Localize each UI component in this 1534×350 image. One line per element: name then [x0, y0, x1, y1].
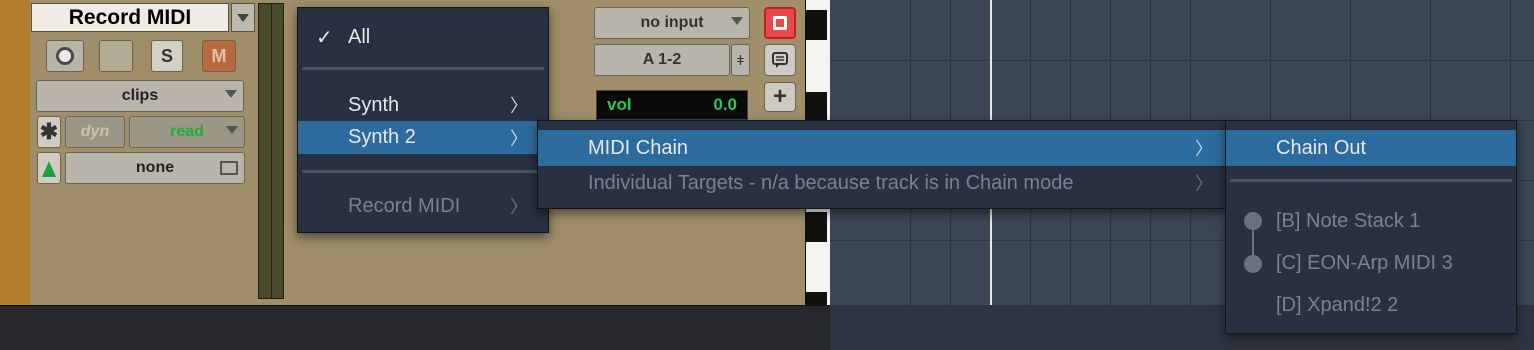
menu-item-synth[interactable]: Synth 〉: [298, 90, 548, 120]
menu-item-individual-targets: Individual Targets - n/a because track i…: [538, 168, 1225, 198]
comment-button[interactable]: [764, 44, 796, 76]
volume-label: vol: [607, 95, 632, 114]
menu-item-record-midi: Record MIDI 〉: [298, 191, 548, 221]
menu-separator: [302, 67, 544, 70]
menu-item-label: Synth: [348, 93, 400, 116]
chevron-right-icon: 〉: [1195, 139, 1213, 159]
menu-item-label: MIDI Chain: [588, 136, 689, 159]
menu-item-note-stack: [B] Note Stack 1: [1226, 206, 1516, 236]
metronome-shape: [42, 161, 56, 177]
playlist-selector[interactable]: clips: [36, 80, 244, 112]
black-key: [806, 92, 827, 122]
record-arm-button[interactable]: [46, 40, 84, 72]
black-key: [806, 212, 827, 242]
record-icon: [56, 47, 74, 65]
chevron-down-icon: [226, 126, 238, 134]
menu-item-label: [D] Xpand!2 2: [1276, 293, 1399, 316]
menu-separator: [302, 170, 544, 173]
volume-display[interactable]: vol 0.0: [596, 90, 748, 120]
record-square-icon: [773, 16, 787, 30]
automation-mode-label: read: [170, 123, 204, 140]
chevron-down-icon: [731, 17, 743, 25]
menu-item-chain-out[interactable]: Chain Out: [1226, 130, 1516, 166]
menu-item-all[interactable]: ✓ All: [298, 22, 548, 52]
menu-item-label: Individual Targets - n/a because track i…: [588, 171, 1074, 194]
level-meter: [258, 3, 284, 299]
playlist-label: clips: [121, 87, 159, 104]
pan-icon[interactable]: ǂ: [731, 44, 750, 76]
menu-item-label: Chain Out: [1276, 136, 1367, 159]
chevron-right-icon: 〉: [1195, 174, 1213, 194]
chevron-down-icon: [225, 90, 237, 98]
chevron-down-icon: [237, 14, 249, 22]
menu-item-midi-chain[interactable]: MIDI Chain 〉: [538, 130, 1225, 166]
black-key: [806, 10, 827, 40]
menu-item-label: Synth 2: [348, 126, 416, 148]
menu-item-label: [C] EON-Arp MIDI 3: [1276, 251, 1453, 274]
menu-item-label: [B] Note Stack 1: [1276, 209, 1421, 232]
menu-item-eon-arp: [C] EON-Arp MIDI 3: [1226, 248, 1516, 278]
track-color-strip: [0, 0, 30, 305]
track-name[interactable]: Record MIDI: [31, 3, 229, 32]
solo-button[interactable]: S: [151, 40, 183, 72]
dynamic-automation-button[interactable]: dyn: [65, 116, 125, 148]
comment-icon: [772, 52, 788, 68]
window-icon: [220, 161, 238, 175]
midi-chain-submenu: Chain Out [B] Note Stack 1 [C] EON-Arp M…: [1225, 120, 1517, 334]
black-key: [806, 292, 827, 305]
volume-value: 0.0: [713, 95, 737, 114]
record-enable-button[interactable]: [764, 7, 796, 39]
metronome-icon[interactable]: [37, 152, 61, 184]
automation-mode-selector[interactable]: read: [129, 116, 245, 148]
asterisk-icon[interactable]: ✱: [37, 116, 61, 148]
menu-item-label: All: [348, 25, 371, 48]
track-name-dropdown[interactable]: [231, 3, 255, 32]
input-monitor-button[interactable]: [99, 40, 133, 72]
menu-item-synth-2[interactable]: Synth 2 〉: [298, 121, 548, 154]
checkmark-icon: ✓: [316, 26, 333, 49]
chevron-right-icon: 〉: [510, 128, 528, 149]
group-label: none: [135, 159, 175, 176]
mute-button[interactable]: M: [202, 40, 236, 72]
chevron-right-icon: 〉: [510, 197, 528, 217]
menu-item-xpand: [D] Xpand!2 2: [1226, 290, 1516, 320]
bottom-bar: [0, 305, 830, 350]
synth2-submenu: MIDI Chain 〉 Individual Targets - n/a be…: [537, 120, 1226, 209]
menu-item-label: Record MIDI: [348, 194, 461, 217]
add-button[interactable]: +: [764, 82, 796, 112]
track-target-menu: ✓ All Synth 〉 Synth 2 〉 Record MIDI 〉: [297, 7, 549, 233]
output-selector[interactable]: A 1-2: [594, 44, 730, 76]
input-label: no input: [640, 14, 704, 31]
chevron-right-icon: 〉: [510, 96, 528, 116]
menu-separator: [1230, 179, 1512, 182]
group-selector[interactable]: none: [65, 152, 245, 184]
input-selector[interactable]: no input: [594, 7, 750, 39]
